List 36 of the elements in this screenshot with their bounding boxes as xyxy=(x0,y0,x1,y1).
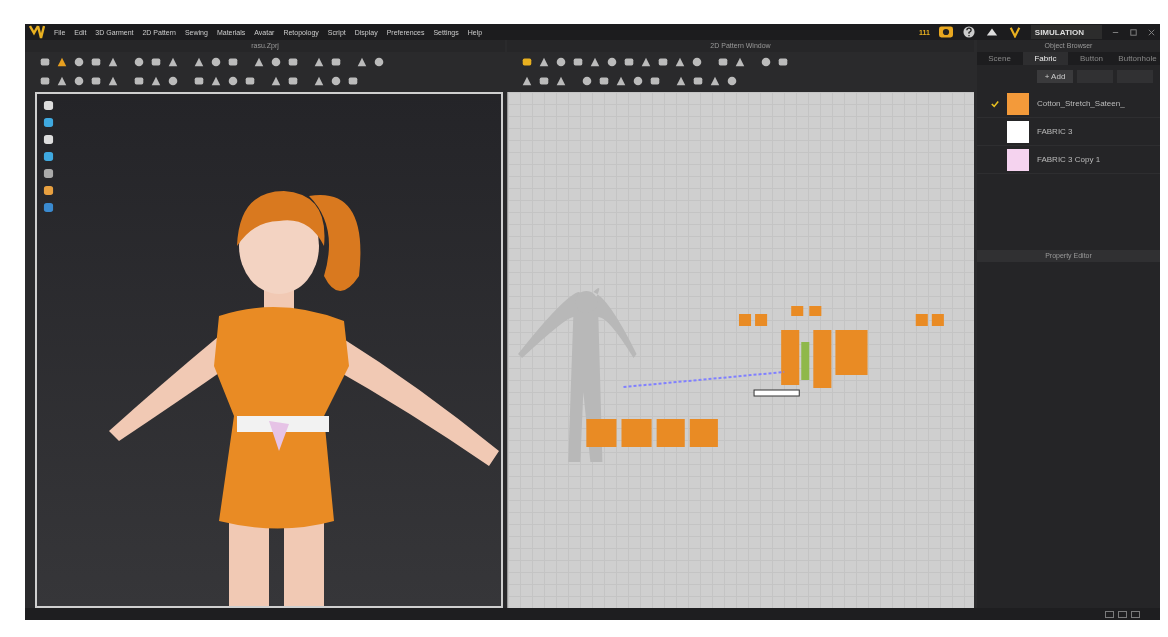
fabric-item[interactable]: FABRIC 3 xyxy=(977,118,1160,146)
tool-icon[interactable] xyxy=(330,74,342,87)
tool-icon[interactable] xyxy=(227,74,239,87)
tool-icon[interactable] xyxy=(726,74,738,87)
fabric-name: Cotton_Stretch_Sateen_ xyxy=(1037,99,1125,108)
tab[interactable]: Fabric xyxy=(1023,52,1068,65)
fabric-name: FABRIC 3 Copy 1 xyxy=(1037,155,1101,164)
tool-icon[interactable] xyxy=(210,55,222,68)
tool-icon[interactable] xyxy=(73,74,85,87)
tool-icon[interactable] xyxy=(691,55,703,68)
close-icon[interactable] xyxy=(1147,27,1156,37)
tool-icon[interactable] xyxy=(270,55,282,68)
fabric-name: FABRIC 3 xyxy=(1037,127,1073,136)
mode-dropdown[interactable]: SIMULATION xyxy=(1030,25,1102,39)
add-button[interactable]: + Add xyxy=(1037,70,1073,83)
tool-icon[interactable] xyxy=(632,74,644,87)
tool-icon[interactable] xyxy=(43,151,54,162)
tool-icon[interactable] xyxy=(133,55,145,68)
logo-icon xyxy=(29,25,45,39)
tool-icon[interactable] xyxy=(73,55,85,68)
help-icon[interactable] xyxy=(961,26,976,38)
tool-icon[interactable] xyxy=(43,117,54,128)
fabric-item[interactable]: FABRIC 3 Copy 1 xyxy=(977,146,1160,174)
tool-icon[interactable] xyxy=(43,100,54,111)
tool-icon[interactable] xyxy=(43,168,54,179)
fabric-item[interactable]: Cotton_Stretch_Sateen_ xyxy=(977,90,1160,118)
tool-icon[interactable] xyxy=(167,74,179,87)
tool-icon[interactable] xyxy=(760,55,772,68)
tool-icon[interactable] xyxy=(606,55,618,68)
maximize-icon[interactable] xyxy=(1129,27,1138,37)
tool-icon[interactable] xyxy=(555,55,567,68)
tool-icon[interactable] xyxy=(43,185,54,196)
tool-icon[interactable] xyxy=(43,134,54,145)
3d-viewport[interactable] xyxy=(35,92,503,608)
tool-icon[interactable] xyxy=(373,55,385,68)
tool-icon[interactable] xyxy=(581,74,593,87)
